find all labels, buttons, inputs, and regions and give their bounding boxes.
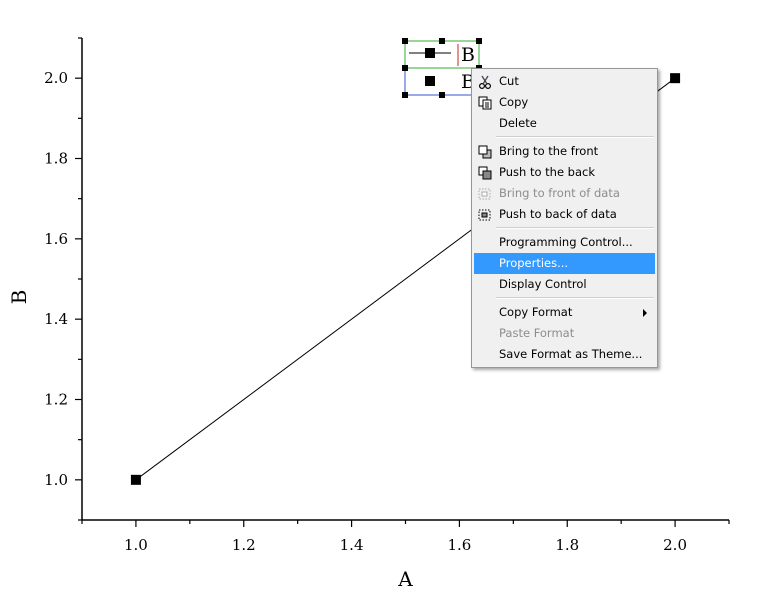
scissors-icon bbox=[477, 74, 493, 90]
menu-item-label: Display Control bbox=[499, 277, 587, 291]
menu-separator bbox=[496, 136, 654, 138]
y-tick-label: 1.8 bbox=[44, 150, 68, 168]
x-tick-label: 1.4 bbox=[340, 536, 364, 554]
menu-item-properties[interactable]: Properties... bbox=[474, 253, 655, 274]
bring-front-data-icon bbox=[477, 186, 493, 202]
selection-handle[interactable] bbox=[402, 38, 408, 44]
x-tick-label: 1.0 bbox=[124, 536, 148, 554]
menu-item-label: Push to the back bbox=[499, 165, 596, 179]
menu-item-bring-to-front-of-data: Bring to front of data bbox=[474, 183, 655, 204]
menu-item-label: Bring to front of data bbox=[499, 186, 620, 200]
push-back-icon bbox=[477, 165, 493, 181]
legend-label: B bbox=[461, 44, 475, 66]
menu-separator bbox=[496, 227, 654, 229]
push-back-data-icon bbox=[477, 207, 493, 223]
y-tick-label: 1.0 bbox=[44, 471, 68, 489]
menu-item-display-control[interactable]: Display Control bbox=[474, 274, 655, 295]
y-tick-label: 1.6 bbox=[44, 230, 68, 248]
menu-item-label: Paste Format bbox=[499, 326, 575, 340]
x-tick-label: 1.2 bbox=[232, 536, 256, 554]
menu-item-cut[interactable]: Cut bbox=[474, 71, 655, 92]
y-axis-title: B bbox=[7, 290, 31, 305]
legend-symbol bbox=[425, 76, 435, 86]
menu-item-paste-format: Paste Format bbox=[474, 323, 655, 344]
context-menu[interactable]: Cut Copy Delete Bring to the front Push to t… bbox=[471, 68, 658, 368]
menu-item-label: Cut bbox=[499, 74, 519, 88]
menu-item-label: Save Format as Theme... bbox=[499, 347, 643, 361]
data-point[interactable] bbox=[130, 474, 141, 485]
menu-item-bring-to-the-front[interactable]: Bring to the front bbox=[474, 141, 655, 162]
legend-box[interactable]: BB bbox=[402, 38, 482, 98]
x-tick-label: 1.8 bbox=[555, 536, 579, 554]
x-axis-title: A bbox=[397, 567, 413, 591]
menu-item-label: Copy Format bbox=[499, 305, 573, 319]
x-tick-label: 1.6 bbox=[447, 536, 471, 554]
legend-symbol bbox=[425, 48, 435, 58]
menu-separator bbox=[496, 297, 654, 299]
x-tick-label: 2.0 bbox=[663, 536, 687, 554]
menu-item-label: Programming Control... bbox=[499, 235, 633, 249]
menu-item-save-format-as-theme[interactable]: Save Format as Theme... bbox=[474, 344, 655, 365]
submenu-arrow-icon bbox=[643, 309, 647, 317]
selection-handle[interactable] bbox=[476, 38, 482, 44]
selection-handle[interactable] bbox=[439, 38, 445, 44]
selection-handle[interactable] bbox=[402, 65, 408, 71]
menu-item-label: Delete bbox=[499, 116, 537, 130]
bring-front-icon bbox=[477, 144, 493, 160]
menu-item-copy-format[interactable]: Copy Format bbox=[474, 302, 655, 323]
menu-item-push-to-the-back[interactable]: Push to the back bbox=[474, 162, 655, 183]
selection-handle[interactable] bbox=[402, 92, 408, 98]
copy-icon bbox=[477, 95, 493, 111]
y-tick-label: 1.4 bbox=[44, 310, 68, 328]
y-tick-label: 2.0 bbox=[44, 69, 68, 87]
data-point[interactable] bbox=[670, 73, 681, 84]
y-tick-label: 1.2 bbox=[44, 391, 68, 409]
menu-item-label: Copy bbox=[499, 95, 529, 109]
selection-handle[interactable] bbox=[439, 92, 445, 98]
menu-item-label: Push to back of data bbox=[499, 207, 617, 221]
menu-item-copy[interactable]: Copy bbox=[474, 92, 655, 113]
menu-item-label: Bring to the front bbox=[499, 144, 599, 158]
menu-item-push-to-back-of-data[interactable]: Push to back of data bbox=[474, 204, 655, 225]
menu-item-programming-control[interactable]: Programming Control... bbox=[474, 232, 655, 253]
menu-item-label: Properties... bbox=[499, 256, 569, 270]
menu-item-delete[interactable]: Delete bbox=[474, 113, 655, 134]
